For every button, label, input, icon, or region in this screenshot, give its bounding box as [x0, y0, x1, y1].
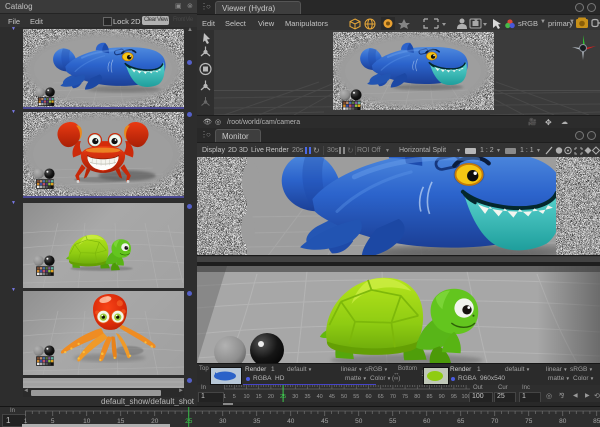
- svg-text:20: 20: [268, 394, 274, 400]
- svg-text:45: 45: [329, 394, 335, 400]
- svg-text:10: 10: [243, 394, 249, 400]
- svg-text:90: 90: [439, 394, 445, 400]
- svg-text:35: 35: [253, 418, 261, 425]
- svg-text:50: 50: [355, 418, 363, 425]
- svg-text:60: 60: [423, 418, 431, 425]
- svg-text:80: 80: [414, 394, 420, 400]
- svg-text:80: 80: [559, 418, 567, 425]
- svg-text:70: 70: [491, 418, 499, 425]
- svg-text:65: 65: [457, 418, 465, 425]
- svg-text:75: 75: [525, 418, 533, 425]
- svg-text:30: 30: [219, 418, 227, 425]
- svg-text:85: 85: [593, 418, 600, 425]
- svg-text:15: 15: [256, 394, 262, 400]
- svg-text:1: 1: [224, 394, 226, 400]
- svg-text:70: 70: [390, 394, 396, 400]
- svg-text:5: 5: [233, 394, 236, 400]
- svg-text:75: 75: [402, 394, 408, 400]
- svg-text:45: 45: [321, 418, 329, 425]
- svg-text:30: 30: [292, 394, 298, 400]
- svg-text:60: 60: [365, 394, 371, 400]
- svg-text:65: 65: [378, 394, 384, 400]
- svg-text:95: 95: [451, 394, 457, 400]
- svg-text:40: 40: [287, 418, 295, 425]
- svg-text:85: 85: [426, 394, 432, 400]
- svg-text:55: 55: [389, 418, 397, 425]
- svg-text:55: 55: [353, 394, 359, 400]
- svg-text:35: 35: [304, 394, 310, 400]
- svg-text:40: 40: [317, 394, 323, 400]
- svg-text:50: 50: [341, 394, 347, 400]
